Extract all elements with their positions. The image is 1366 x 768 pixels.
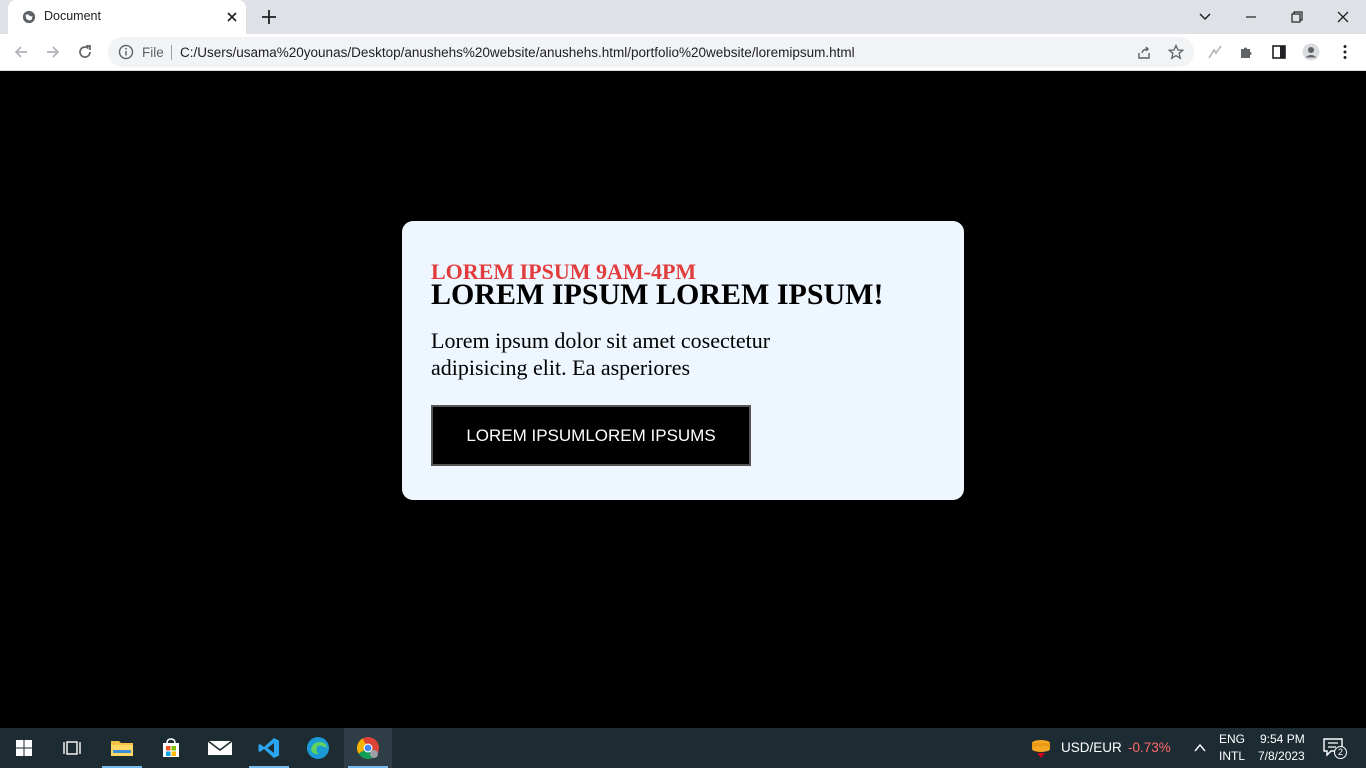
- new-tab-icon[interactable]: [260, 8, 278, 26]
- performance-icon[interactable]: [1206, 43, 1224, 61]
- taskbar-store[interactable]: [147, 728, 195, 768]
- tab-strip: Document: [0, 0, 1366, 34]
- coins-icon[interactable]: [1030, 737, 1052, 759]
- notification-badge: 2: [1334, 746, 1347, 759]
- folder-icon: [111, 741, 133, 756]
- profile-avatar-icon[interactable]: [1302, 43, 1320, 61]
- taskbar-edge[interactable]: [294, 728, 342, 768]
- ticker-change: -0.73%: [1128, 740, 1171, 755]
- card-title: LOREM IPSUM LOREM IPSUM!: [431, 278, 884, 311]
- scheme-label: File: [142, 45, 164, 60]
- mail-icon: [207, 740, 233, 755]
- language-bottom[interactable]: INTL: [1219, 749, 1245, 763]
- language-top[interactable]: ENG: [1219, 732, 1245, 746]
- extensions-icon[interactable]: [1238, 43, 1256, 61]
- side-panel-icon[interactable]: [1270, 43, 1288, 61]
- browser-toolbar: File C:/Users/usama%20younas/Desktop/anu…: [0, 34, 1366, 71]
- share-icon[interactable]: [1136, 44, 1152, 60]
- minimize-icon[interactable]: [1240, 6, 1262, 28]
- chrome-icon: [357, 737, 379, 759]
- start-button[interactable]: [0, 728, 48, 768]
- clock-time[interactable]: 9:54 PM: [1260, 732, 1305, 746]
- menu-kebab-icon[interactable]: [1336, 43, 1354, 61]
- store-bag-icon: [163, 738, 179, 757]
- page-viewport: LOREM IPSUM 9AM-4PM LOREM IPSUM LOREM IP…: [0, 71, 1366, 728]
- tab-search-icon[interactable]: [1194, 6, 1216, 28]
- taskbar-chrome[interactable]: [344, 728, 392, 768]
- close-tab-icon[interactable]: [224, 9, 240, 25]
- back-icon[interactable]: [12, 43, 30, 61]
- taskbar-file-explorer[interactable]: [98, 728, 146, 768]
- tab-title: Document: [44, 9, 101, 23]
- bookmark-star-icon[interactable]: [1168, 44, 1184, 60]
- clock-date[interactable]: 7/8/2023: [1258, 749, 1305, 763]
- restore-icon[interactable]: [1286, 6, 1308, 28]
- windows-taskbar: USD/EUR -0.73% ENG INTL 9:54 PM 7/8/2023…: [0, 728, 1366, 768]
- address-bar[interactable]: File C:/Users/usama%20younas/Desktop/anu…: [108, 37, 1194, 67]
- notification-center-button[interactable]: 2: [1322, 737, 1347, 759]
- card-cta-button[interactable]: LOREM IPSUMLOREM IPSUMS: [431, 405, 751, 466]
- task-view-button[interactable]: [48, 728, 96, 768]
- promo-card: LOREM IPSUM 9AM-4PM LOREM IPSUM LOREM IP…: [402, 221, 964, 500]
- windows-logo-icon: [16, 740, 32, 756]
- task-view-icon: [63, 741, 81, 755]
- omnibox-separator: [171, 45, 172, 60]
- reload-icon[interactable]: [76, 43, 94, 61]
- info-icon[interactable]: [118, 44, 134, 60]
- tab-document[interactable]: Document: [8, 0, 246, 34]
- globe-icon: [22, 10, 36, 24]
- ticker-label: USD/EUR: [1061, 740, 1122, 755]
- close-window-icon[interactable]: [1332, 6, 1354, 28]
- edge-icon: [307, 737, 329, 759]
- forward-icon[interactable]: [44, 43, 62, 61]
- taskbar-mail[interactable]: [196, 728, 244, 768]
- vscode-icon: [258, 738, 279, 758]
- taskbar-vscode[interactable]: [245, 728, 293, 768]
- card-text: Lorem ipsum dolor sit amet cosectetur ad…: [431, 328, 771, 380]
- chevron-up-icon[interactable]: [1193, 741, 1207, 755]
- url-text[interactable]: C:/Users/usama%20younas/Desktop/anushehs…: [180, 45, 855, 60]
